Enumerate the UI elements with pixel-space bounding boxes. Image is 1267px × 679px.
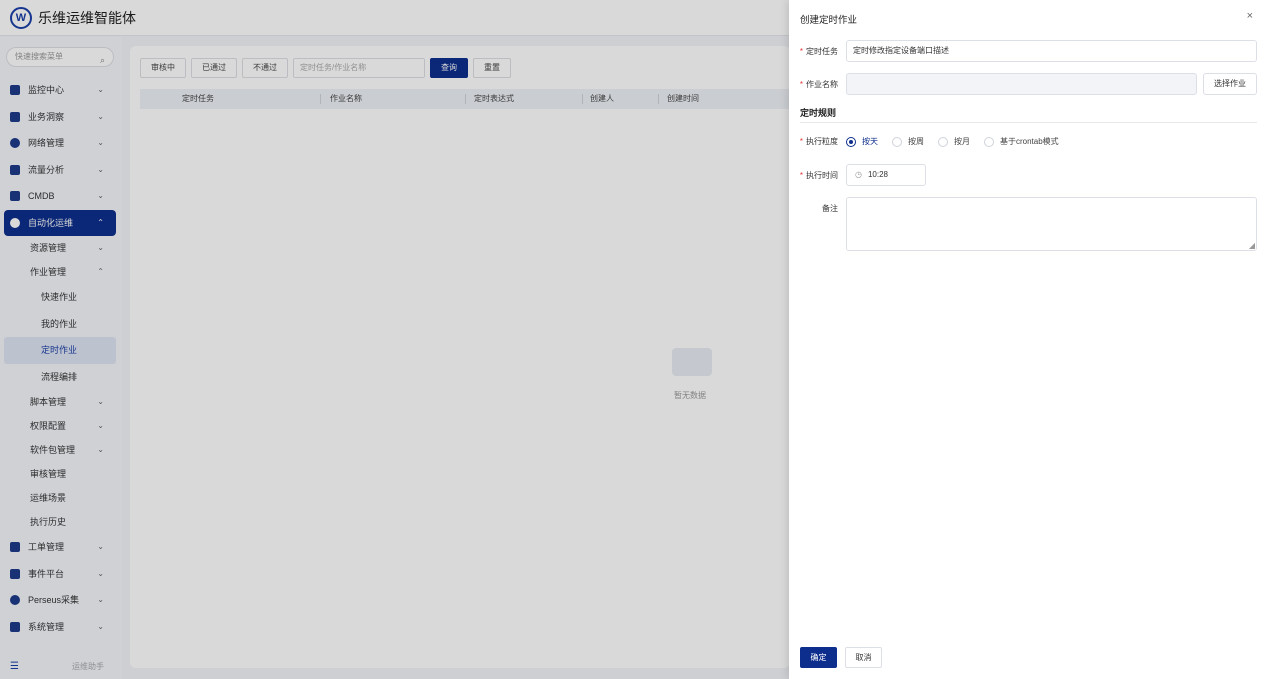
radio-label: 按月 [954,137,970,146]
radio-label: 按周 [908,137,924,146]
task-label: * 定时任务 [799,47,838,56]
clock-icon: ◷ [855,170,862,179]
radio-dot-icon[interactable] [984,136,994,147]
radio-dot-icon[interactable] [846,136,856,147]
radio-label: 按天 [862,137,878,146]
job-name-input[interactable] [846,73,1197,95]
remark-textarea[interactable]: ◢ [846,197,1257,251]
time-label: * 执行时间 [799,171,838,180]
granularity-label: * 执行粒度 [799,137,838,146]
select-job-button[interactable]: 选择作业 [1203,73,1257,95]
radio-label: 基于crontab模式 [1000,137,1059,146]
create-scheduled-job-drawer: 创建定时作业 × * 定时任务 定时修改指定设备端口描述 * 作业名称 选择作业 定… [789,0,1267,679]
task-input[interactable]: 定时修改指定设备端口描述 [846,40,1257,62]
granularity-radio[interactable]: 按天 [846,136,878,147]
close-icon[interactable]: × [1247,10,1253,22]
confirm-button[interactable]: 确定 [800,647,837,668]
job-label: * 作业名称 [799,80,838,89]
granularity-radio-group: 按天 按周 按月 基于crontab模式 [846,136,1059,147]
drawer-title: 创建定时作业 [800,15,858,26]
granularity-radio[interactable]: 按周 [892,136,924,147]
cancel-button[interactable]: 取消 [845,647,882,668]
time-picker[interactable]: ◷ 10:28 [846,164,926,186]
granularity-radio[interactable]: 基于crontab模式 [984,136,1059,147]
granularity-radio[interactable]: 按月 [938,136,970,147]
remark-label: 备注 [822,204,838,213]
radio-dot-icon[interactable] [938,136,948,147]
time-value: 10:28 [867,170,889,179]
section-title: 定时规则 [800,106,1257,123]
radio-dot-icon[interactable] [892,136,902,147]
resize-handle-icon[interactable]: ◢ [1249,241,1255,250]
